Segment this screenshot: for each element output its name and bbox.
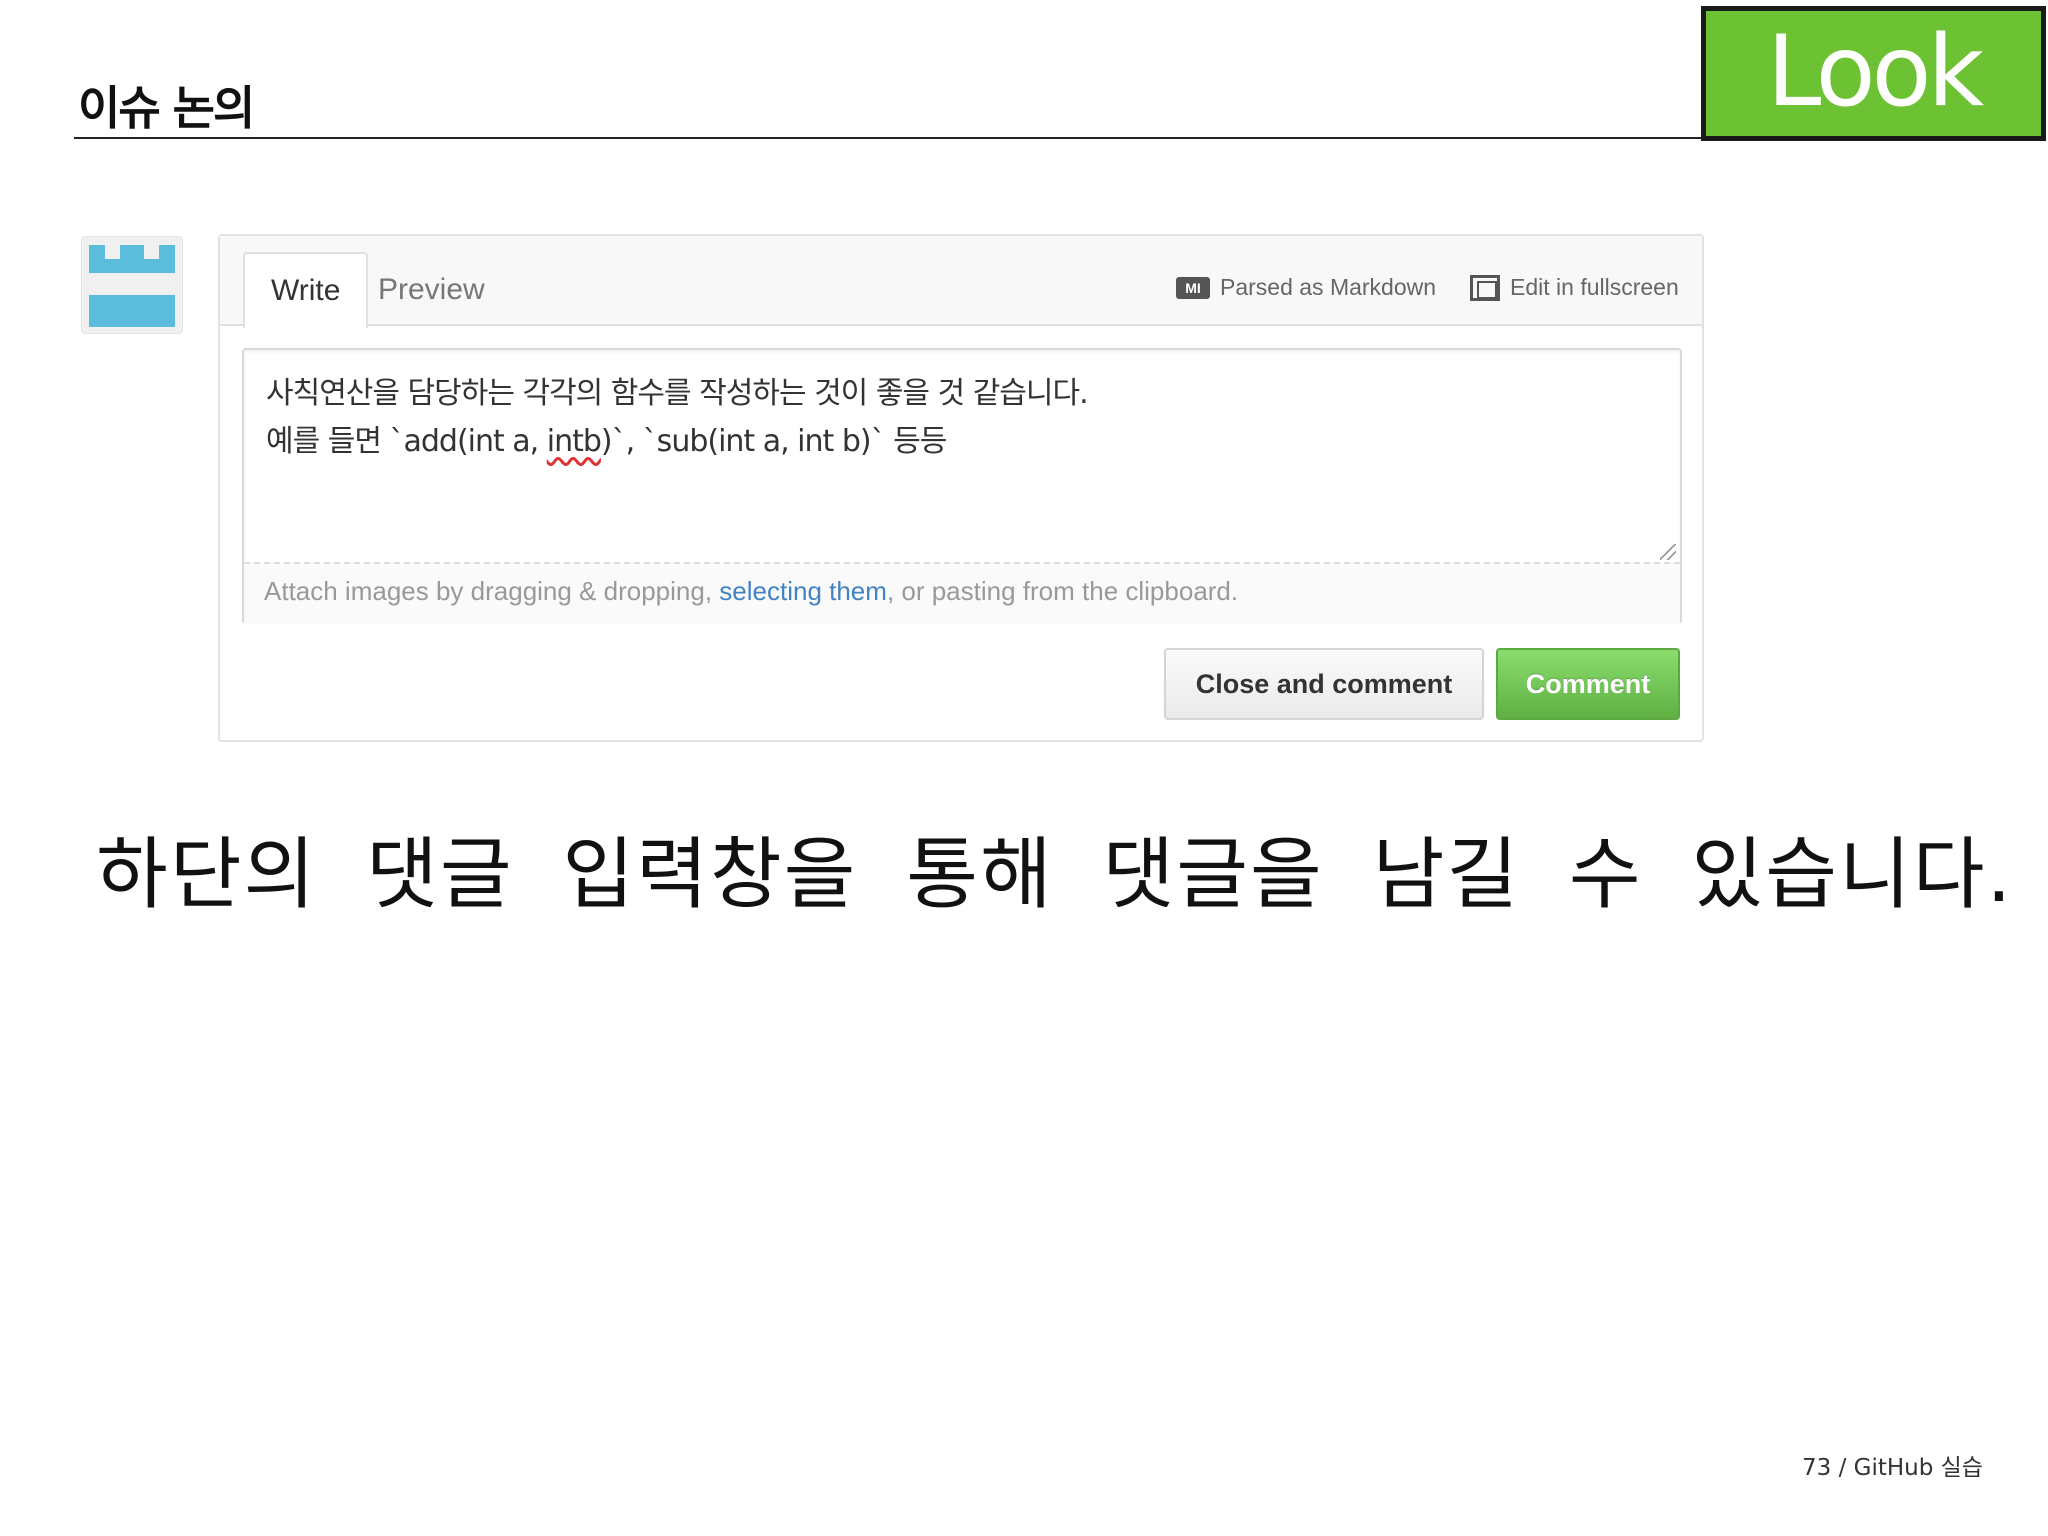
comment-text-segment: )`, `sub(int a, int b)` 등등 <box>600 424 947 459</box>
close-and-comment-button[interactable]: Close and comment <box>1164 648 1484 720</box>
attach-images-bar[interactable]: Attach images by dragging & dropping, se… <box>244 562 1680 624</box>
comment-textarea[interactable]: 사칙연산을 담당하는 각각의 함수를 작성하는 것이 좋을 것 같습니다. 예를… <box>244 350 1680 560</box>
markdown-icon: MI <box>1176 276 1210 299</box>
selecting-them-link[interactable]: selecting them <box>719 576 887 606</box>
page-footer: 73 / GitHub 실습 <box>1802 1455 1983 1481</box>
comment-text-line: 예를 들면 `add(int a, intb)`, `sub(int a, in… <box>266 418 1658 466</box>
avatar[interactable] <box>81 236 183 334</box>
tab-write[interactable]: Write <box>243 252 369 328</box>
avatar-pixel <box>89 295 175 327</box>
attach-text: Attach images by dragging & dropping, <box>264 576 720 606</box>
misspelled-word: intb <box>546 424 602 459</box>
attach-text: , or pasting from the clipboard. <box>886 576 1239 606</box>
comment-write-area: 사칙연산을 담당하는 각각의 함수를 작성하는 것이 좋을 것 같습니다. 예를… <box>242 348 1682 624</box>
tab-preview[interactable]: Preview <box>352 252 511 328</box>
slide-title: 이슈 논의 <box>78 81 255 135</box>
comment-tabnav: Write Preview MI Parsed as Markdown Edit… <box>220 236 1702 328</box>
comment-form: Write Preview MI Parsed as Markdown Edit… <box>218 234 1704 742</box>
edit-fullscreen-link[interactable]: Edit in fullscreen <box>1470 274 1679 301</box>
header-divider <box>74 137 1706 139</box>
slide-caption: 하단의 댓글 입력창을 통해 댓글을 남길 수 있습니다. <box>96 830 2014 920</box>
look-badge-label: Look <box>1766 14 1985 129</box>
comment-text-segment: 예를 들면 `add(int a, <box>266 424 547 459</box>
edit-fullscreen-label: Edit in fullscreen <box>1510 274 1679 300</box>
parsed-as-markdown-label: Parsed as Markdown <box>1220 274 1437 300</box>
textarea-resize-handle[interactable] <box>1660 544 1676 560</box>
comment-button[interactable]: Comment <box>1496 648 1680 720</box>
fullscreen-icon <box>1470 274 1500 301</box>
parsed-as-markdown-link[interactable]: MI Parsed as Markdown <box>1176 274 1436 301</box>
avatar-pixel <box>89 259 175 273</box>
look-badge: Look <box>1701 6 2046 141</box>
comment-text-line: 사칙연산을 담당하는 각각의 함수를 작성하는 것이 좋을 것 같습니다. <box>266 376 1089 411</box>
